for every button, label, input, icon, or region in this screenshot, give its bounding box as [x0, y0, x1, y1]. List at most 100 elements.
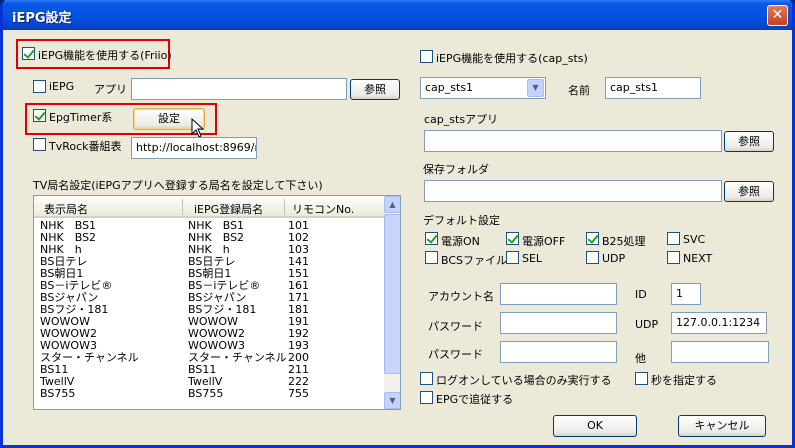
- station-list-scrollbar[interactable]: ▲ ▼: [384, 196, 400, 409]
- display-name-cell: BSジャパン: [40, 291, 99, 304]
- use-iepg-friio-label: iEPG機能を使用する(Friio): [38, 49, 172, 62]
- epg-follow-checkbox[interactable]: [420, 391, 433, 404]
- close-button[interactable]: ✕: [767, 5, 788, 26]
- password2-input[interactable]: [500, 341, 617, 363]
- table-row[interactable]: WOWOW WOWOW 191: [34, 316, 384, 327]
- password2-label: パスワード: [428, 348, 483, 361]
- cap-sts-app-label: cap_stsアプリ: [424, 113, 499, 126]
- table-row[interactable]: スター・チャンネル スター・チャンネル 200: [34, 352, 384, 363]
- power-off-label: 電源OFF: [522, 235, 566, 248]
- iepg-name-cell: TwellV: [188, 375, 223, 388]
- column-separator: [284, 199, 285, 215]
- tvrock-label: TvRock番組表: [49, 140, 122, 153]
- iepg-checkbox[interactable]: [33, 80, 46, 93]
- bcs-file-checkbox[interactable]: [425, 251, 438, 264]
- seconds-checkbox[interactable]: [635, 372, 648, 385]
- svc-checkbox[interactable]: [667, 232, 680, 245]
- iepg-name-cell: BSフジ・181: [188, 303, 257, 316]
- iepg-name-cell: NHK BS1: [188, 219, 245, 232]
- other-input[interactable]: [671, 341, 769, 363]
- iepg-name-cell: BS－iテレビ®: [188, 279, 261, 292]
- use-iepg-friio-checkbox[interactable]: [22, 47, 35, 60]
- display-name-cell: TwellV: [40, 375, 75, 388]
- remote-no-cell: 200: [288, 351, 309, 364]
- use-iepg-capsts-checkbox[interactable]: [420, 50, 433, 63]
- sel-checkbox[interactable]: [506, 251, 519, 264]
- chevron-down-icon[interactable]: ▼: [527, 79, 544, 97]
- password-input[interactable]: [500, 312, 617, 334]
- udp-input[interactable]: 127.0.0.1:1234: [671, 312, 767, 334]
- table-row[interactable]: BS朝日1 BS朝日1 151: [34, 268, 384, 279]
- title-bar[interactable]: iEPG設定 ✕: [3, 0, 792, 30]
- name-input[interactable]: cap_sts1: [605, 77, 701, 99]
- table-row[interactable]: BS日テレ BS日テレ 141: [34, 256, 384, 267]
- logon-only-label: ログオンしている場合のみ実行する: [436, 374, 612, 387]
- scroll-down-icon[interactable]: ▼: [384, 392, 400, 409]
- table-row[interactable]: NHK h NHK h 103: [34, 244, 384, 255]
- udp-label: UDP: [635, 318, 659, 331]
- power-on-checkbox[interactable]: [425, 232, 438, 245]
- cancel-button[interactable]: キャンセル: [678, 415, 766, 437]
- cap-sts-app-input[interactable]: [424, 130, 722, 152]
- iepg-name-cell: WOWOW2: [188, 327, 245, 340]
- next-checkbox[interactable]: [667, 251, 680, 264]
- tvrock-checkbox[interactable]: [33, 138, 46, 151]
- account-input[interactable]: [500, 283, 617, 305]
- table-row[interactable]: NHK BS2 NHK BS2 102: [34, 232, 384, 243]
- display-name-cell: NHK BS1: [40, 219, 97, 232]
- ok-button[interactable]: OK: [553, 415, 637, 437]
- table-row[interactable]: BSフジ・181 BSフジ・181 181: [34, 304, 384, 315]
- logon-only-checkbox[interactable]: [420, 372, 433, 385]
- station-list[interactable]: 表示局名 iEPG登録局名 リモコンNo. NHK BS1 NHK BS1 101 N…: [33, 195, 401, 410]
- remote-no-cell: 161: [288, 279, 309, 292]
- id-label: ID: [635, 288, 647, 301]
- mouse-cursor-icon: [191, 118, 205, 138]
- seconds-label: 秒を指定する: [651, 374, 717, 387]
- iepg-name-cell: NHK BS2: [188, 231, 245, 244]
- column-header-remote-no[interactable]: リモコンNo.: [292, 201, 354, 217]
- table-row[interactable]: BS755 BS755 755: [34, 388, 384, 399]
- remote-no-cell: 192: [288, 327, 309, 340]
- id-input[interactable]: 1: [671, 283, 701, 305]
- cap-sts-app-browse-button[interactable]: 参照: [724, 131, 774, 152]
- save-folder-input[interactable]: [424, 180, 722, 202]
- remote-no-cell: 102: [288, 231, 309, 244]
- display-name-cell: WOWOW2: [40, 327, 97, 340]
- remote-no-cell: 191: [288, 315, 309, 328]
- save-folder-browse-button[interactable]: 参照: [724, 181, 774, 202]
- epg-follow-label: EPGで追従する: [436, 393, 514, 406]
- iepg-name-cell: BS11: [188, 363, 217, 376]
- display-name-cell: NHK BS2: [40, 231, 97, 244]
- app-path-input[interactable]: [131, 78, 347, 100]
- table-row[interactable]: BSジャパン BSジャパン 171: [34, 292, 384, 303]
- display-name-cell: WOWOW: [40, 315, 90, 328]
- app-browse-button[interactable]: 参照: [350, 79, 400, 100]
- display-name-cell: NHK h: [40, 243, 82, 256]
- table-row[interactable]: BS－iテレビ® BS－iテレビ® 161: [34, 280, 384, 291]
- b25-checkbox[interactable]: [586, 232, 599, 245]
- iepg-name-cell: スター・チャンネル: [188, 351, 287, 364]
- iepg-label: iEPG: [49, 80, 75, 93]
- power-on-label: 電源ON: [441, 235, 480, 248]
- table-row[interactable]: NHK BS1 NHK BS1 101: [34, 220, 384, 231]
- app-label: アプリ: [94, 83, 127, 96]
- tvrock-url-input[interactable]: http://localhost:8969/nol: [131, 137, 257, 159]
- scroll-thumb[interactable]: [384, 214, 400, 374]
- scroll-up-icon[interactable]: ▲: [384, 196, 400, 213]
- display-name-cell: BSフジ・181: [40, 303, 109, 316]
- udp-check-label: UDP: [602, 252, 626, 265]
- table-row[interactable]: WOWOW2 WOWOW2 192: [34, 328, 384, 339]
- name-label: 名前: [568, 84, 590, 97]
- udp-checkbox[interactable]: [586, 251, 599, 264]
- epgtimer-checkbox[interactable]: [33, 109, 46, 122]
- table-row[interactable]: WOWOW3 WOWOW3 193: [34, 340, 384, 351]
- display-name-cell: BS11: [40, 363, 69, 376]
- power-off-checkbox[interactable]: [506, 232, 519, 245]
- column-header-iepg-name[interactable]: iEPG登録局名: [194, 201, 263, 217]
- table-row[interactable]: BS11 BS11 211: [34, 364, 384, 375]
- column-header-display-name[interactable]: 表示局名: [44, 201, 88, 217]
- table-row[interactable]: TwellV TwellV 222: [34, 376, 384, 387]
- iepg-name-cell: BS日テレ: [188, 255, 236, 268]
- iepg-name-cell: WOWOW: [188, 315, 238, 328]
- cap-sts-select[interactable]: cap_sts1 ▼: [420, 77, 546, 99]
